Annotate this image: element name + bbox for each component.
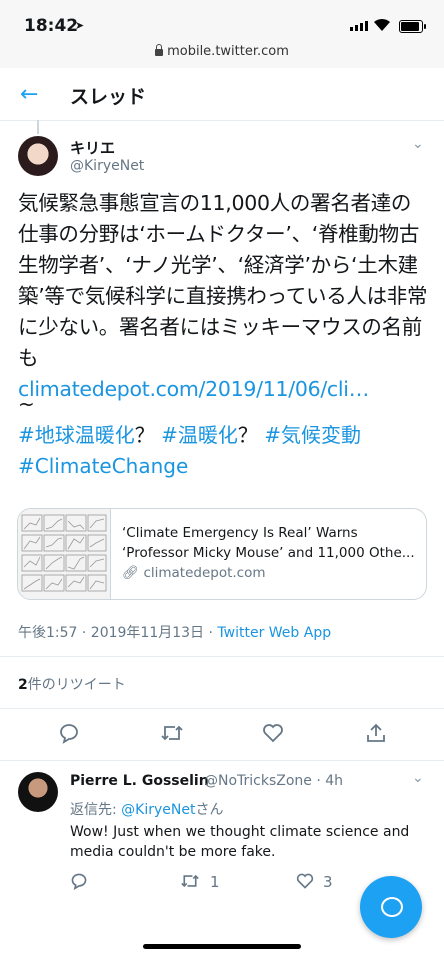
avatar[interactable]	[18, 772, 58, 812]
reply-icon[interactable]	[70, 872, 88, 894]
card-title-line: ‘Climate Emergency Is Real’ Warns	[122, 525, 358, 541]
card-domain-text: climatedepot.com	[143, 565, 266, 581]
retweet-icon[interactable]	[180, 872, 200, 894]
reply-like-count: 3	[323, 873, 333, 891]
replying-to: 返信先: @KiryeNetさん	[70, 799, 223, 819]
author-name[interactable]: キリエ	[70, 137, 115, 158]
like-icon[interactable]	[296, 872, 314, 894]
tweet-source-link[interactable]: Twitter Web App	[217, 625, 331, 641]
card-title: ‘Climate Emergency Is Real’ Warns ‘Profe…	[122, 523, 418, 563]
hashtag-link[interactable]: #気候変動	[264, 423, 361, 447]
reply-retweet-count: 1	[210, 873, 220, 891]
divider	[0, 708, 444, 709]
status-time: 18:42	[24, 16, 79, 36]
divider	[0, 656, 444, 657]
author-handle[interactable]: @KiryeNet	[70, 158, 144, 174]
thread-line	[37, 120, 39, 134]
retweet-stats[interactable]: 2件のリツイート	[18, 674, 126, 694]
divider	[0, 760, 444, 761]
chevron-down-icon[interactable]: ⌄	[412, 770, 424, 786]
avatar[interactable]	[18, 136, 58, 176]
chevron-down-icon[interactable]: ⌄	[412, 136, 424, 152]
battery-tip	[424, 24, 426, 29]
reply-text: Wow! Just when we thought climate scienc…	[70, 824, 410, 860]
url-bar[interactable]: mobile.twitter.com	[0, 44, 444, 68]
signal-icon	[350, 21, 368, 31]
wifi-icon	[373, 17, 391, 36]
compose-button[interactable]	[360, 876, 422, 938]
page-title: スレッド	[70, 86, 147, 108]
card-title-line: ‘Professor Micky Mouse’ and 11,000 Othe.…	[122, 545, 415, 561]
url-text: mobile.twitter.com	[167, 44, 289, 59]
location-arrow-icon: ➤	[75, 19, 85, 32]
hashtag-separator: ？	[237, 423, 258, 447]
tweet-timestamp: 午後1:57 · 2019年11月13日 ·	[18, 625, 218, 641]
tweet-tilde: ~	[18, 392, 35, 416]
reply-to-link[interactable]: @KiryeNet	[121, 802, 195, 818]
share-icon[interactable]	[365, 722, 387, 749]
page-header: ← スレッド	[0, 68, 444, 121]
lock-icon	[155, 44, 164, 56]
hashtag-separator: ？	[134, 423, 155, 447]
hashtag-link[interactable]: #地球温暖化	[18, 423, 135, 447]
home-indicator	[143, 944, 301, 949]
battery-icon	[399, 20, 423, 33]
hashtag-link[interactable]: #ClimateChange	[18, 454, 188, 478]
reply-author-handle[interactable]: @NoTricksZone · 4h	[204, 773, 343, 789]
tweet-text: 気候緊急事態宣言の11,000人の署名者達の仕事の分野は‘ホームドクター’、‘脊…	[18, 188, 428, 405]
reply-icon[interactable]	[58, 722, 80, 749]
reply-suffix: さん	[195, 802, 224, 818]
card-thumbnail	[18, 509, 111, 599]
reply-author-name[interactable]: Pierre L. Gosselin	[70, 773, 209, 789]
retweet-label: 件のリツイート	[27, 677, 126, 693]
retweet-icon[interactable]	[160, 722, 184, 749]
link-icon: 🔗︎	[122, 565, 140, 581]
tweet-link[interactable]: climatedepot.com/2019/11/06/cli…	[18, 377, 369, 401]
card-domain: 🔗︎ climatedepot.com	[122, 565, 266, 581]
back-arrow-icon[interactable]: ←	[20, 82, 38, 107]
tweet-text-content: 気候緊急事態宣言の11,000人の署名者達の仕事の分野は‘ホームドクター’、‘脊…	[18, 191, 428, 370]
hashtags: #地球温暖化？ #温暖化？ #気候変動 #ClimateChange	[18, 420, 428, 482]
hashtag-link[interactable]: #温暖化	[161, 423, 238, 447]
link-card[interactable]: ‘Climate Emergency Is Real’ Warns ‘Profe…	[17, 508, 427, 600]
reply-prefix: 返信先:	[70, 802, 122, 818]
retweet-count: 2	[18, 677, 28, 693]
like-icon[interactable]	[262, 722, 284, 749]
tweet-meta: 午後1:57 · 2019年11月13日 · Twitter Web App	[18, 622, 331, 642]
